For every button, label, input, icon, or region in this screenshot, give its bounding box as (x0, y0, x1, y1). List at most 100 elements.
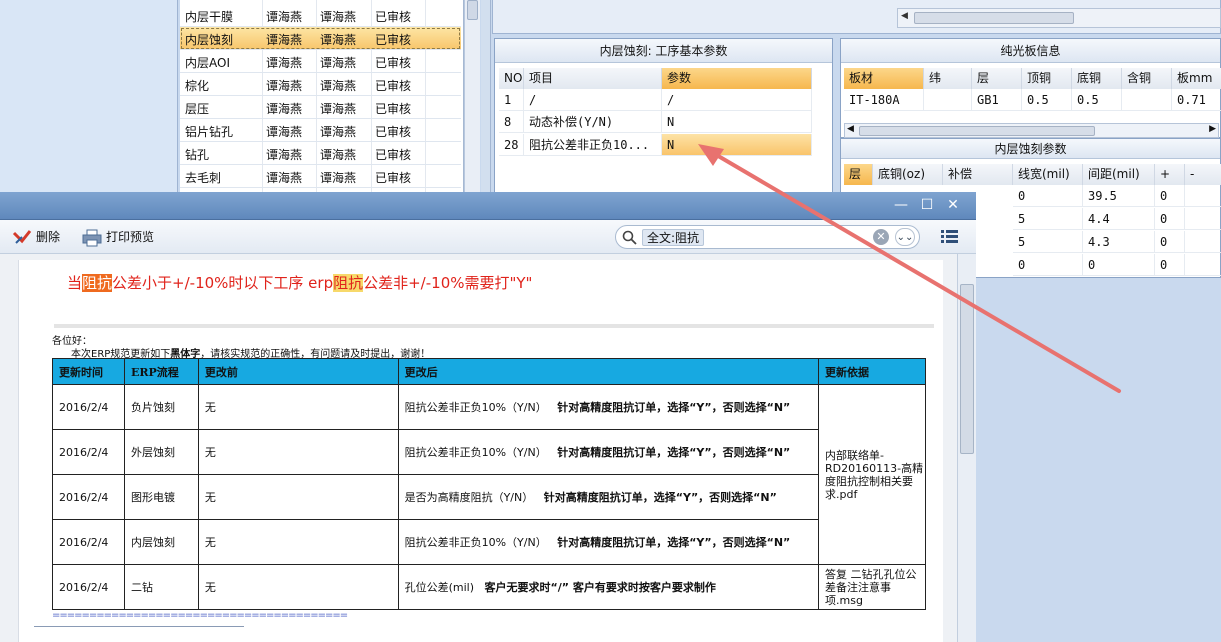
process-row[interactable]: 内层干膜 谭海燕 谭海燕 已审核 (180, 4, 461, 27)
document-page: 当阻抗公差小于+/-10%时以下工序 erp阻抗公差非+/-10%需要打"Y" … (18, 260, 943, 642)
document-vscroll[interactable] (957, 254, 976, 642)
col-thickness[interactable]: 板mm (1172, 68, 1221, 89)
etch-cell: 5 (1013, 231, 1083, 253)
etch-cell: 4.3 (1083, 231, 1155, 253)
board-cell: GB1 (972, 89, 1022, 111)
process-status: 已审核 (375, 148, 412, 162)
scroll-right-icon[interactable]: ▶ (1209, 124, 1216, 134)
etch-cell (1185, 208, 1221, 230)
table-header-row: 更新时间 ERP流程 更改前 更改后 更新依据 (52, 358, 926, 385)
search-input[interactable]: 全文:阻抗 ✕ ⌄⌄ (615, 225, 920, 249)
col-board[interactable]: 板材 (844, 68, 924, 89)
scroll-thumb[interactable] (467, 0, 478, 20)
col-spacing[interactable]: 间距(mil) (1083, 164, 1155, 185)
toolbar: 删除 打印预览 全文:阻抗 ✕ ⌄⌄ (0, 220, 976, 254)
param-item: 动态补偿(Y/N) (524, 111, 662, 133)
window-titlebar[interactable]: — ☐ ✕ (0, 192, 976, 220)
param-no: 8 (499, 111, 524, 133)
process-status: 已审核 (375, 171, 412, 185)
after-plain: 阻抗公差非正负10%（Y/N） (404, 401, 547, 414)
process-status: 已审核 (375, 125, 412, 139)
col-param[interactable]: 参数 (662, 68, 812, 89)
col-item[interactable]: 项目 (524, 68, 662, 89)
col-bottom-copper[interactable]: 底铜 (1072, 68, 1122, 89)
search-filter-tag[interactable]: 全文:阻抗 (642, 229, 705, 246)
col-layer[interactable]: 层 (844, 164, 873, 185)
col-update-time: 更新时间 (52, 358, 125, 385)
scroll-thumb[interactable] (914, 12, 1074, 24)
etch-cell: 0 (1013, 185, 1083, 207)
process-row[interactable]: 内层AOI 谭海燕 谭海燕 已审核 (180, 50, 461, 73)
process-row[interactable]: 去毛刺 谭海燕 谭海燕 已审核 (180, 165, 461, 188)
col-weft[interactable]: 纬 (924, 68, 972, 89)
param-no: 1 (499, 89, 524, 111)
document-viewer-window: — ☐ ✕ 删除 打印预览 全文:阻抗 ✕ ⌄⌄ 当阻抗公差小于+/-10%时以… (0, 192, 976, 642)
minimize-icon[interactable]: — (890, 195, 912, 215)
expand-search-icon[interactable]: ⌄⌄ (895, 228, 915, 246)
process-row[interactable]: 钻孔 谭海燕 谭海燕 已审核 (180, 142, 461, 165)
param-value[interactable]: / (662, 89, 812, 111)
process-row[interactable]: 铝片钻孔 谭海燕 谭海燕 已审核 (180, 119, 461, 142)
maximize-icon[interactable]: ☐ (916, 195, 938, 215)
etch-cell: 5 (1013, 208, 1083, 230)
after-bold: 客户无要求时“/” 客户有要求时按客户要求制作 (484, 581, 716, 594)
top-panel-hscroll[interactable]: ◀ (897, 8, 1221, 28)
col-line-width[interactable]: 线宽(mil) (1013, 164, 1083, 185)
scroll-thumb[interactable] (960, 284, 974, 454)
process-row[interactable]: 层压 谭海燕 谭海燕 已审核 (180, 96, 461, 119)
cell-basis: 答复 二钻孔孔位公差备注注意事项.msg (818, 564, 926, 610)
process-user-a: 谭海燕 (266, 102, 303, 116)
cell-before: 无 (197, 384, 399, 430)
param-value[interactable]: N (662, 111, 812, 133)
etch-cell (1185, 185, 1221, 207)
col-layer[interactable]: 层 (972, 68, 1022, 89)
print-preview-button[interactable]: 打印预览 (82, 226, 154, 248)
cell-flow: 负片蚀刻 (123, 384, 199, 430)
col-copper[interactable]: 含铜 (1122, 68, 1172, 89)
erp-change-table: 更新时间 ERP流程 更改前 更改后 更新依据 2016/2/4 负片蚀刻 无 … (52, 358, 926, 610)
delete-button[interactable]: 删除 (12, 226, 60, 248)
light-board-hscroll[interactable]: ◀ ▶ (844, 123, 1219, 138)
board-cell: 0.71 (1172, 89, 1221, 111)
printer-icon (82, 229, 102, 246)
close-icon[interactable]: ✕ (942, 195, 964, 215)
search-hit: 阻抗 (333, 274, 364, 292)
col-plus[interactable]: + (1155, 164, 1185, 185)
scroll-left-icon[interactable]: ◀ (847, 124, 854, 134)
param-value-highlighted[interactable]: N (662, 134, 812, 156)
after-bold: 针对高精度阻抗订单，选择“Y”，否则选择“N” (557, 446, 791, 459)
board-cell: IT-180A (844, 89, 924, 111)
process-table-scrollbar[interactable] (464, 0, 480, 195)
process-params-panel: 内层蚀刻: 工序基本参数 NO 项目 参数 1 / / 8 动态补偿(Y/N) … (494, 38, 833, 198)
col-minus[interactable]: - (1185, 164, 1221, 185)
param-item: 阻抗公差非正负10... (524, 134, 662, 156)
scroll-thumb[interactable] (859, 126, 1095, 136)
cell-after: 孔位公差(mil) 客户无要求时“/” 客户有要求时按客户要求制作 (397, 564, 820, 610)
cell-basis: 内部联络单-RD20160113-高精度阻抗控制相关要求.pdf (818, 384, 926, 565)
search-icon (622, 230, 637, 245)
col-no[interactable]: NO (499, 68, 524, 89)
process-user-b: 谭海燕 (320, 171, 357, 185)
menu-icon[interactable] (941, 229, 958, 243)
process-user-b: 谭海燕 (320, 79, 357, 93)
process-row-selected[interactable]: 内层蚀刻 谭海燕 谭海燕 已审核 (180, 27, 461, 50)
col-basis: 更新依据 (818, 358, 926, 385)
board-cell (1122, 89, 1172, 111)
board-cell (924, 89, 972, 111)
process-user-a: 谭海燕 (266, 171, 303, 185)
process-status: 已审核 (375, 102, 412, 116)
process-row[interactable]: 棕化 谭海燕 谭海燕 已审核 (180, 73, 461, 96)
clear-search-icon[interactable]: ✕ (873, 229, 889, 245)
process-user-a: 谭海燕 (266, 33, 303, 47)
document-area[interactable]: 当阻抗公差小于+/-10%时以下工序 erp阻抗公差非+/-10%需要打"Y" … (0, 254, 960, 642)
process-status: 已审核 (375, 56, 412, 70)
footer-rule (34, 626, 244, 627)
scroll-left-icon[interactable]: ◀ (901, 11, 908, 21)
cell-after: 阻抗公差非正负10%（Y/N） 针对高精度阻抗订单，选择“Y”，否则选择“N” (397, 429, 820, 475)
col-compensation[interactable]: 补偿 (943, 164, 1013, 185)
splitter[interactable] (481, 0, 491, 195)
delete-icon (12, 229, 32, 244)
panel-title: 内层蚀刻参数 (841, 139, 1220, 159)
col-top-copper[interactable]: 顶铜 (1022, 68, 1072, 89)
col-bottom-copper[interactable]: 底铜(oz) (873, 164, 943, 185)
